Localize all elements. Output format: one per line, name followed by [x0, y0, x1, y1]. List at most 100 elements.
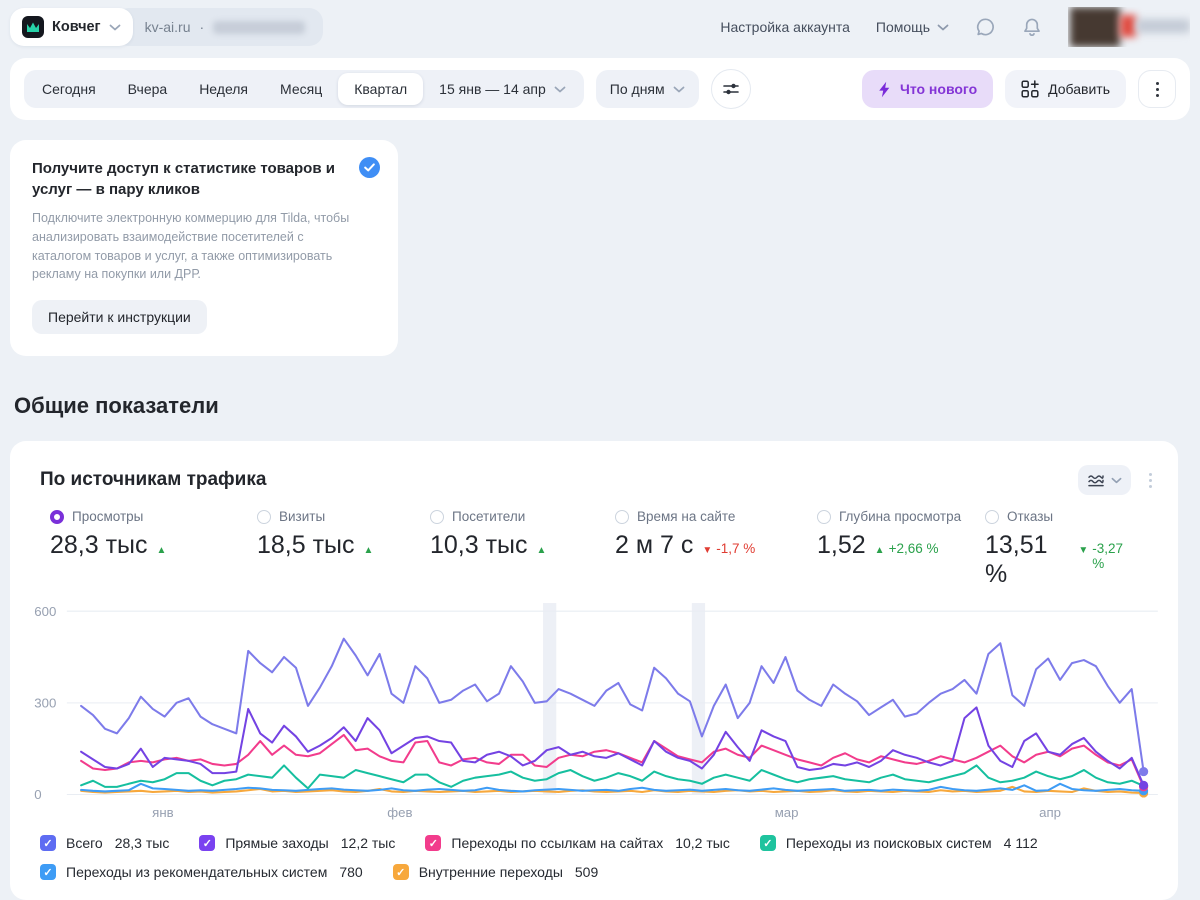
legend-item-6[interactable]: ✓ Внутренние переходы 509	[392, 864, 599, 880]
traffic-line-chart[interactable]: 0 300 600 янв фев мар апр	[10, 589, 1178, 823]
legend-item-4[interactable]: ✓ Переходы из поисковых систем 4 112	[759, 835, 1038, 851]
metrica-counter-logo	[22, 16, 44, 38]
add-widget-button[interactable]: Добавить	[1005, 70, 1126, 108]
legend-value: 12,2 тыс	[340, 835, 396, 851]
legend-label: Переходы по ссылкам на сайтах	[451, 835, 664, 851]
metric-label: Отказы	[1007, 509, 1054, 524]
legend-item-3[interactable]: ✓ Переходы по ссылкам на сайтах 10,2 тыс	[425, 835, 730, 851]
metric-radio[interactable]	[257, 509, 271, 524]
legend-checkbox[interactable]: ✓	[759, 835, 776, 851]
granularity-selector[interactable]: По дням	[595, 70, 699, 108]
notifications-bell-icon[interactable]	[1022, 17, 1042, 38]
legend-checkbox[interactable]: ✓	[425, 835, 442, 851]
legend-value: 28,3 тыс	[114, 835, 170, 851]
chevron-down-icon	[937, 24, 949, 30]
legend-checkbox[interactable]: ✓	[392, 864, 409, 880]
chevron-down-icon	[673, 86, 685, 92]
metric-tab-6[interactable]: Отказы 13,51 % ▼ -3,27 %	[985, 509, 1135, 589]
chevron-down-icon	[1111, 477, 1122, 483]
legend-checkbox[interactable]: ✓	[199, 835, 216, 851]
grid-plus-icon	[1021, 80, 1039, 98]
account-settings-link[interactable]: Настройка аккаунта	[720, 19, 850, 35]
legend-checkbox[interactable]: ✓	[40, 864, 56, 880]
help-menu[interactable]: Помощь	[876, 19, 949, 35]
traffic-sources-card: По источникам трафика Просмотры 28,3 тыс ▲…	[10, 441, 1178, 900]
metric-label: Визиты	[279, 509, 326, 524]
period-toolbar: Сегодня Вчера Неделя Месяц Квартал 15 ян…	[10, 58, 1190, 120]
metric-radio[interactable]	[985, 509, 999, 524]
metric-radio[interactable]	[430, 509, 444, 524]
user-avatar[interactable]	[1068, 7, 1190, 47]
metric-label: Просмотры	[72, 509, 144, 524]
metric-radio[interactable]	[817, 509, 831, 524]
legend-value: 4 112	[1003, 835, 1038, 851]
legend-item-5[interactable]: ✓ Переходы из рекомендательных систем 780	[40, 864, 363, 880]
metric-delta: -3,27 %	[1092, 541, 1124, 571]
whats-new-button[interactable]: Что нового	[861, 70, 994, 108]
metric-tabs: Просмотры 28,3 тыс ▲ Визиты 18,5 тыс ▲ Посетит…	[10, 495, 1178, 589]
legend-label: Переходы из рекомендательных систем	[66, 864, 328, 880]
metric-delta: -1,7 %	[716, 541, 756, 556]
svg-text:апр: апр	[1039, 805, 1061, 820]
trend-up-icon: ▲	[874, 545, 885, 556]
trend-down-icon: ▼	[702, 545, 713, 556]
legend-item-2[interactable]: ✓ Прямые заходы 12,2 тыс	[199, 835, 395, 851]
metric-radio[interactable]	[615, 509, 629, 524]
chat-icon[interactable]	[975, 17, 996, 38]
period-week[interactable]: Неделя	[183, 70, 264, 108]
segments-filter-button[interactable]	[710, 69, 751, 109]
trend-up-icon: ▲	[363, 545, 374, 556]
metric-value: 1,52	[817, 531, 866, 559]
line-chart-icon	[1088, 475, 1104, 487]
promo-description: Подключите электронную коммерцию для Til…	[32, 211, 350, 282]
legend-label: Внутренние переходы	[418, 864, 563, 880]
widget-more-menu[interactable]	[1145, 469, 1156, 492]
date-range-selector[interactable]: 15 янв — 14 апр	[423, 70, 582, 108]
metric-radio[interactable]	[50, 509, 64, 524]
svg-text:фев: фев	[387, 805, 412, 820]
top-nav: Настройка аккаунта Помощь	[720, 7, 1190, 47]
period-segmented-control: Сегодня Вчера Неделя Месяц Квартал 15 ян…	[24, 70, 584, 108]
trend-up-icon: ▲	[536, 545, 547, 556]
metric-tab-3[interactable]: Посетители 10,3 тыс ▲	[430, 509, 615, 589]
metric-tab-4[interactable]: Время на сайте 2 м 7 с ▼ -1,7 %	[615, 509, 817, 589]
period-yesterday[interactable]: Вчера	[112, 70, 184, 108]
svg-text:600: 600	[34, 604, 56, 619]
legend-item-1[interactable]: ✓ Всего 28,3 тыс	[40, 835, 169, 851]
chevron-down-icon	[554, 86, 566, 92]
metric-value: 2 м 7 с	[615, 531, 694, 559]
metric-tab-5[interactable]: Глубина просмотра 1,52 ▲ +2,66 %	[817, 509, 985, 589]
ecommerce-promo-card: Получите доступ к статистике товаров и у…	[10, 140, 398, 356]
counter-domain[interactable]: kv-ai.ru ·	[114, 8, 324, 46]
metric-label: Посетители	[452, 509, 526, 524]
svg-text:мар: мар	[775, 805, 799, 820]
counter-name: Ковчег	[52, 19, 101, 35]
legend-label: Прямые заходы	[225, 835, 329, 851]
go-to-instruction-button[interactable]: Перейти к инструкции	[32, 300, 207, 334]
trend-down-icon: ▼	[1078, 545, 1089, 556]
widget-title: По источникам трафика	[40, 469, 267, 490]
metric-value: 28,3 тыс	[50, 531, 148, 559]
counter-switcher[interactable]: Ковчег	[10, 8, 133, 46]
metric-tab-1[interactable]: Просмотры 28,3 тыс ▲	[50, 509, 257, 589]
svg-text:0: 0	[34, 787, 41, 802]
metric-value: 13,51 %	[985, 531, 1048, 588]
promo-title: Получите доступ к статистике товаров и у…	[32, 160, 335, 198]
metric-value: 10,3 тыс	[430, 531, 528, 559]
svg-text:янв: янв	[152, 805, 173, 820]
metric-tab-2[interactable]: Визиты 18,5 тыс ▲	[257, 509, 430, 589]
legend-value: 10,2 тыс	[675, 835, 730, 851]
legend-checkbox[interactable]: ✓	[40, 835, 56, 851]
metric-label: Глубина просмотра	[839, 509, 962, 524]
metric-delta: +2,66 %	[888, 541, 939, 556]
chevron-down-icon	[109, 24, 120, 30]
metric-value: 18,5 тыс	[257, 531, 355, 559]
chart-type-switcher[interactable]	[1078, 465, 1131, 495]
period-quarter[interactable]: Квартал	[338, 73, 424, 105]
period-today[interactable]: Сегодня	[26, 70, 112, 108]
trend-up-icon: ▲	[156, 545, 167, 556]
toolbar-more-menu[interactable]	[1138, 70, 1176, 108]
legend-value: 509	[574, 864, 599, 880]
period-month[interactable]: Месяц	[264, 70, 338, 108]
legend-label: Переходы из поисковых систем	[785, 835, 992, 851]
